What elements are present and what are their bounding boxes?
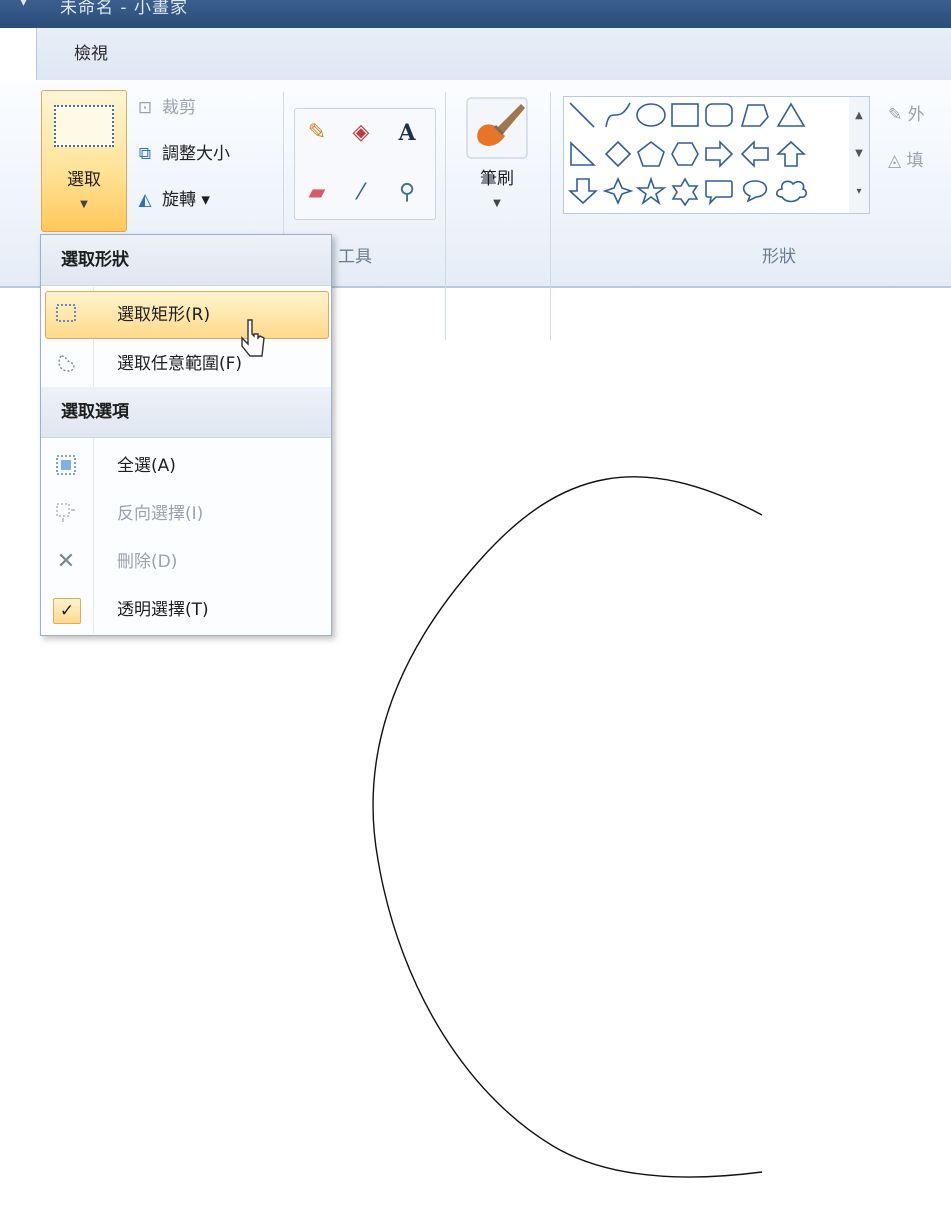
menu-item-select-freeform[interactable]: 選取任意範圍(F): [41, 341, 331, 387]
freeform-select-icon: [53, 352, 79, 376]
menu-item-transparent-selection[interactable]: ✓ 透明選擇(T): [41, 587, 331, 633]
menu-item-select-all[interactable]: 全選(A): [41, 443, 331, 489]
select-rectangle-icon: [53, 303, 79, 327]
menu-item-invert-selection[interactable]: 反向選擇(I): [41, 491, 331, 537]
select-dropdown-menu: 選取形狀 選取矩形(R) 選取任意範圍(F) 選取選項 全選(A) 反向選擇(I…: [40, 234, 332, 636]
menu-section-header: 選取形狀: [41, 235, 331, 286]
checkmark-icon: ✓: [53, 598, 81, 624]
drawn-curve: [372, 476, 763, 1178]
menu-item-delete[interactable]: ✕ 刪除(D): [41, 539, 331, 585]
menu-section-header: 選取選項: [41, 387, 331, 438]
select-all-icon: [53, 454, 79, 478]
delete-x-icon: ✕: [56, 549, 76, 574]
invert-selection-icon: [53, 502, 79, 526]
menu-item-select-rectangle[interactable]: 選取矩形(R): [45, 291, 329, 339]
mouse-cursor-icon: [241, 319, 265, 357]
